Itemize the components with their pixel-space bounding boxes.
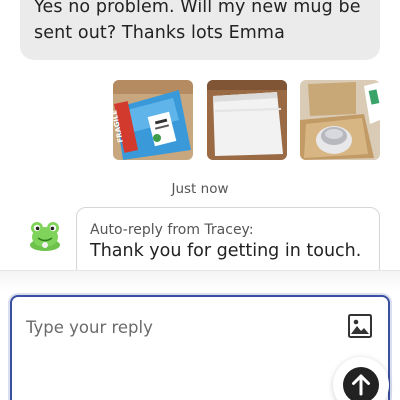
message-timestamp: Just now [171,181,229,197]
outgoing-message-text: Yes no problem. Will my new mug be sent … [34,0,361,43]
attachment-thumbnail-1[interactable]: FRAGILE [113,80,193,160]
image-icon[interactable] [347,313,373,339]
white-box-photo-icon [207,80,287,160]
open-box-mug-photo-icon [300,80,380,160]
reply-input[interactable] [26,313,326,341]
frog-avatar-icon [28,219,62,253]
auto-reply-label: Auto-reply from Tracey: [90,222,254,238]
attachment-thumbnail-2[interactable] [207,80,287,160]
attachment-thumbnail-3[interactable] [300,80,380,160]
send-button[interactable] [343,367,379,400]
auto-reply-text: Thank you for getting in touch. [90,241,362,261]
parcel-fragile-photo-icon: FRAGILE [113,80,193,160]
arrow-up-icon [352,374,370,396]
